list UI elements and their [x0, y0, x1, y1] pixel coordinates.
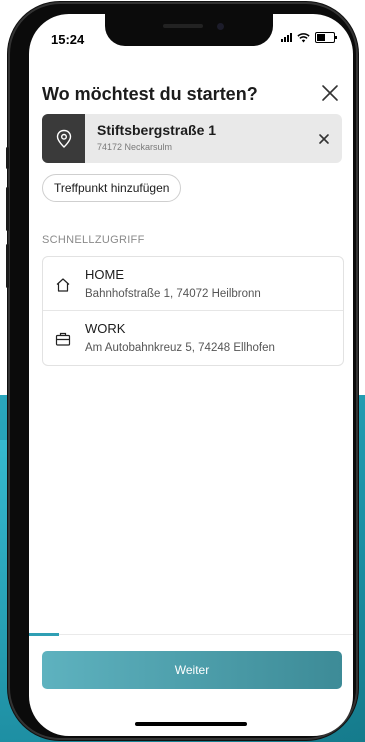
- home-indicator: [135, 722, 247, 726]
- start-location-name: Stiftsbergstraße 1: [97, 122, 217, 138]
- start-location-subtitle: 74172 Neckarsulm: [97, 142, 173, 152]
- page-title: Wo möchtest du starten?: [42, 84, 258, 104]
- briefcase-icon: [55, 332, 71, 346]
- speaker: [163, 24, 203, 28]
- quick-access-list: HOME Bahnhofstraße 1, 74072 Heilbronn WO…: [42, 256, 344, 366]
- quick-access-item-home[interactable]: HOME Bahnhofstraße 1, 74072 Heilbronn: [43, 257, 343, 310]
- progress-fill: [29, 633, 59, 636]
- quick-access-title: SCHNELLZUGRIFF: [42, 234, 145, 246]
- volume-up-button: [6, 187, 9, 231]
- clear-location-icon[interactable]: [316, 131, 332, 147]
- quick-access-label: HOME: [85, 267, 124, 282]
- quick-access-address: Bahnhofstraße 1, 74072 Heilbronn: [85, 288, 261, 300]
- quick-access-address: Am Autobahnkreuz 5, 74248 Ellhofen: [85, 342, 275, 354]
- continue-button[interactable]: Weiter: [42, 651, 342, 689]
- notch: [105, 14, 273, 46]
- location-pin-icon: [56, 129, 71, 148]
- mute-switch: [6, 147, 9, 169]
- battery-icon: [315, 32, 337, 43]
- add-meeting-point-button[interactable]: Treffpunkt hinzufügen: [42, 174, 182, 202]
- house-icon: [56, 278, 70, 292]
- progress-track: [29, 634, 353, 635]
- app-screen: 15:24 Wo möchtest du starten? Stiftsberg…: [29, 14, 353, 736]
- camera: [217, 23, 224, 30]
- quick-access-item-work[interactable]: WORK Am Autobahnkreuz 5, 74248 Ellhofen: [43, 311, 343, 364]
- signal-icon: [281, 33, 292, 42]
- location-icon-box: [42, 114, 85, 163]
- close-icon[interactable]: [317, 80, 343, 106]
- volume-down-button: [6, 244, 9, 288]
- status-icons: [281, 32, 337, 43]
- quick-access-label: WORK: [85, 321, 126, 336]
- status-time: 15:24: [51, 32, 85, 47]
- start-location-card[interactable]: Stiftsbergstraße 1 74172 Neckarsulm: [42, 114, 342, 163]
- wifi-icon: [297, 32, 310, 42]
